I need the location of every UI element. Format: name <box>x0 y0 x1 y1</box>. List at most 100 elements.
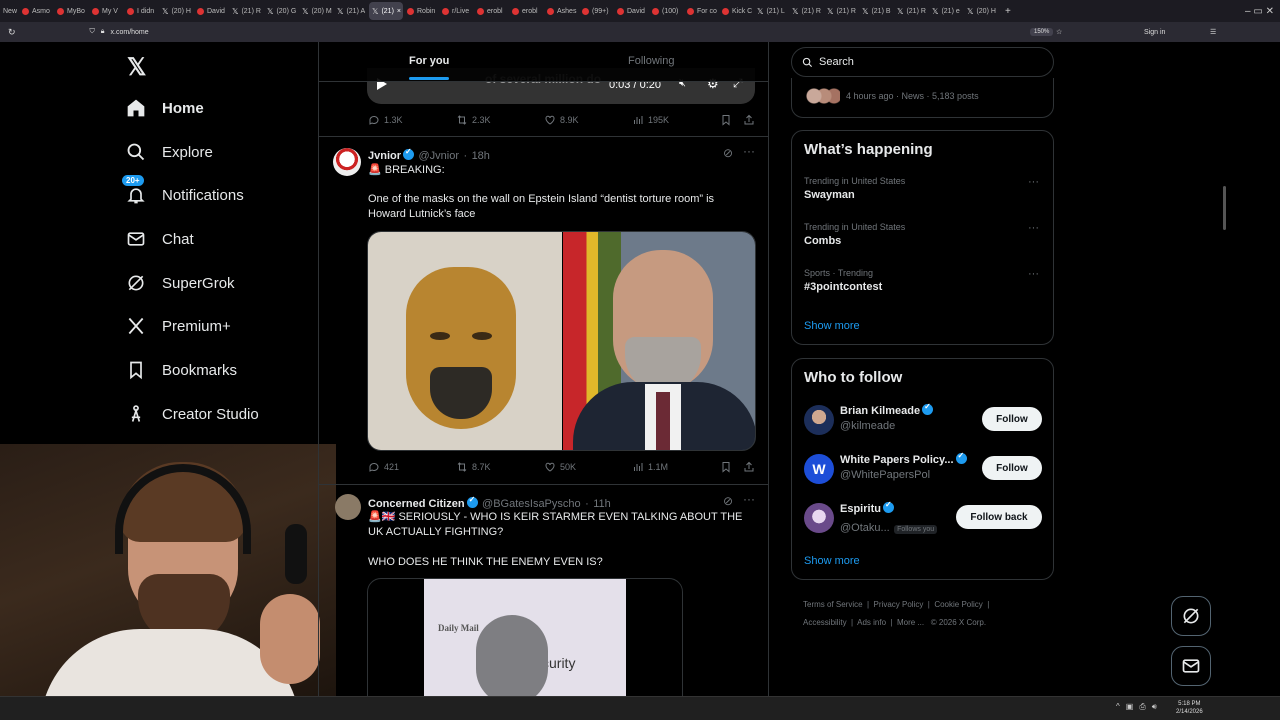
post-handle[interactable]: @BGatesIsaPyscho <box>482 498 581 510</box>
more-icon[interactable]: ··· <box>1028 222 1039 234</box>
show-more-link[interactable]: Show more <box>804 320 860 332</box>
new-tab-icon[interactable]: + <box>999 6 1017 17</box>
post-time[interactable]: 11h <box>593 498 611 510</box>
footer-accessibility-link[interactable]: Accessibility <box>803 618 847 627</box>
browser-tab[interactable]: 𝕏 (21) L <box>754 2 788 20</box>
share-button[interactable] <box>743 114 755 126</box>
window-controls[interactable]: – ▭ ✕ <box>1239 6 1280 17</box>
follow-user[interactable]: White Papers Policy... @WhitePapersPol <box>840 451 967 481</box>
avatar[interactable] <box>335 494 361 520</box>
views-button[interactable]: 1.1M <box>632 461 668 473</box>
post-author-name[interactable]: Jvnior <box>368 150 401 162</box>
messages-button[interactable] <box>1171 646 1211 686</box>
browser-tab[interactable]: Kick C <box>719 2 753 20</box>
menu-icon[interactable]: ☰ <box>1210 28 1216 36</box>
grok-icon[interactable]: ⊘ <box>723 494 733 508</box>
browser-tab[interactable]: 𝕏 (20) H <box>159 2 193 20</box>
more-icon[interactable]: ··· <box>743 492 755 506</box>
more-icon[interactable]: ··· <box>1028 176 1039 188</box>
post-video[interactable]: Daily Mail curity <box>367 578 683 698</box>
footer-cookie-link[interactable]: Cookie Policy <box>934 600 982 609</box>
browser-tab[interactable]: 𝕏 (21) R <box>824 2 858 20</box>
follow-avatar[interactable] <box>804 503 834 533</box>
nav-creator-studio[interactable]: Creator Studio <box>126 404 259 424</box>
browser-tab[interactable]: David <box>194 2 228 20</box>
follow-button[interactable]: Follow <box>982 407 1042 431</box>
repost-button[interactable]: 2.3K <box>456 114 491 126</box>
reload-icon[interactable]: ↻ <box>8 27 16 38</box>
footer-ads-link[interactable]: Ads info <box>857 618 886 627</box>
trend-item[interactable]: Sports · Trending #3pointcontest <box>804 268 882 293</box>
new-tab-label[interactable]: New <box>0 2 18 20</box>
browser-tab[interactable]: r/Live <box>439 2 473 20</box>
bookmark-button[interactable] <box>720 114 732 126</box>
like-button[interactable]: 50K <box>544 461 576 473</box>
browser-tab[interactable]: erobl <box>474 2 508 20</box>
nav-premium[interactable]: Premium+ <box>126 316 231 336</box>
grok-icon[interactable]: ⊘ <box>723 146 733 160</box>
browser-tab[interactable]: Robin <box>404 2 438 20</box>
like-button[interactable]: 8.9K <box>544 114 579 126</box>
nav-bookmarks[interactable]: Bookmarks <box>126 360 237 380</box>
more-icon[interactable]: ··· <box>1028 268 1039 280</box>
post-author-name[interactable]: Concerned Citizen <box>368 498 465 510</box>
follow-user[interactable]: Espiritu @Otaku... Follows you <box>840 500 938 536</box>
browser-tab[interactable]: erobl <box>509 2 543 20</box>
browser-tab[interactable]: 𝕏 (20) M <box>299 2 333 20</box>
nav-notifications[interactable]: 20+ Notifications <box>122 175 244 205</box>
show-more-link[interactable]: Show more <box>804 555 860 567</box>
browser-tab[interactable]: For co <box>684 2 718 20</box>
avatar[interactable] <box>333 148 361 176</box>
tab-following[interactable]: Following <box>628 55 674 67</box>
browser-tab[interactable]: 𝕏 (20) H <box>964 2 998 20</box>
browser-tab[interactable]: 𝕏 (20) G <box>264 2 298 20</box>
browser-tab[interactable]: Ashes <box>544 2 578 20</box>
sign-in-button[interactable]: Sign in <box>1144 29 1165 36</box>
follow-back-button[interactable]: Follow back <box>956 505 1042 529</box>
footer-more-link[interactable]: More ... <box>897 618 924 627</box>
nav-supergrok[interactable]: SuperGrok <box>126 273 235 293</box>
nav-explore[interactable]: Explore <box>126 142 213 162</box>
browser-tab[interactable]: (99+) <box>579 2 613 20</box>
tray-icons[interactable]: ^▣⎙🔊︎ <box>1116 702 1163 712</box>
share-button[interactable] <box>743 461 755 473</box>
browser-tab[interactable]: 𝕏 (21) B <box>859 2 893 20</box>
browser-tab[interactable]: (100) <box>649 2 683 20</box>
search-box[interactable]: Search <box>791 47 1054 77</box>
browser-tab[interactable]: 𝕏 (21) e <box>929 2 963 20</box>
browser-tab[interactable]: I didn <box>124 2 158 20</box>
browser-tab[interactable]: 𝕏 (21) × <box>369 2 403 20</box>
browser-tab[interactable]: MyBo <box>54 2 88 20</box>
footer-privacy-link[interactable]: Privacy Policy <box>874 600 924 609</box>
browser-tab[interactable]: Asmo <box>19 2 53 20</box>
follow-avatar[interactable] <box>804 405 834 435</box>
post-image[interactable] <box>367 231 756 451</box>
post-time[interactable]: 18h <box>472 150 490 162</box>
more-icon[interactable]: ··· <box>743 144 755 158</box>
repost-button[interactable]: 8.7K <box>456 461 491 473</box>
browser-tab[interactable]: 𝕏 (21) R <box>789 2 823 20</box>
browser-tab[interactable]: 𝕏 (21) R <box>894 2 928 20</box>
reply-button[interactable]: 421 <box>368 461 399 473</box>
zoom-level[interactable]: 150% <box>1030 28 1054 36</box>
taskbar-clock[interactable]: 5:18 PM 2/14/2026 <box>1176 700 1203 716</box>
trend-item[interactable]: Trending in United States Swayman <box>804 176 905 201</box>
follow-button[interactable]: Follow <box>982 456 1042 480</box>
browser-tab[interactable]: 𝕏 (21) A <box>334 2 368 20</box>
post-handle[interactable]: @Jvnior <box>418 150 459 162</box>
browser-tab[interactable]: 𝕏 (21) R <box>229 2 263 20</box>
grok-button[interactable] <box>1171 596 1211 636</box>
follow-avatar[interactable]: W <box>804 454 834 484</box>
footer-terms-link[interactable]: Terms of Service <box>803 600 863 609</box>
bookmark-button[interactable] <box>720 461 732 473</box>
browser-tab[interactable]: David <box>614 2 648 20</box>
scrollbar-thumb[interactable] <box>1223 186 1226 230</box>
x-logo[interactable]: 𝕏 <box>127 53 146 82</box>
url-field[interactable]: x.com/home <box>111 29 149 36</box>
trend-item[interactable]: Trending in United States Combs <box>804 222 905 247</box>
close-tab-icon[interactable]: × <box>397 8 401 15</box>
views-button[interactable]: 195K <box>632 114 669 126</box>
news-item[interactable]: 4 hours ago · News · 5,183 posts <box>791 78 1054 118</box>
nav-chat[interactable]: Chat <box>126 229 194 249</box>
star-icon[interactable]: ☆ <box>1056 28 1062 36</box>
